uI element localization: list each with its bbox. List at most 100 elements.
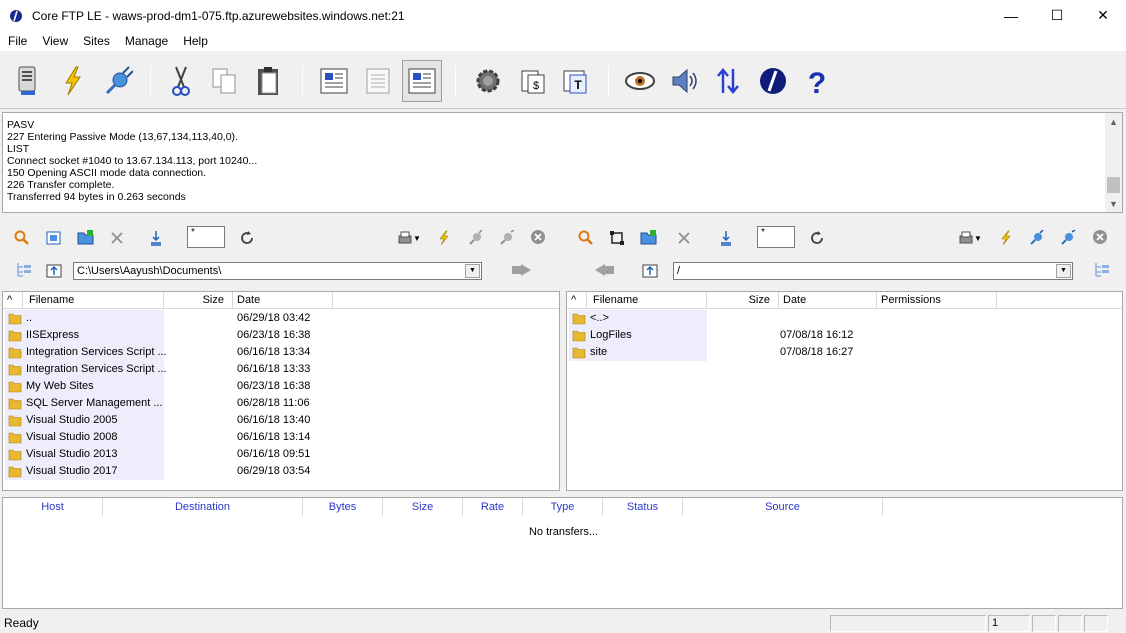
about-button[interactable]: [755, 61, 791, 101]
column-filename[interactable]: Filename: [23, 292, 164, 309]
local-up-folder-button[interactable]: [44, 260, 64, 280]
file-row[interactable]: IISExpress 06/23/18 16:38: [3, 327, 559, 344]
cut-button[interactable]: [163, 61, 199, 101]
column-status[interactable]: Status: [603, 498, 683, 516]
view-details-button[interactable]: [402, 60, 442, 102]
local-search-button[interactable]: [12, 228, 32, 248]
chevron-down-icon[interactable]: ▼: [1056, 264, 1071, 278]
column-size[interactable]: Size: [383, 498, 463, 516]
remote-filter-input[interactable]: *: [757, 226, 795, 248]
file-row[interactable]: My Web Sites 06/23/18 16:38: [3, 378, 559, 395]
local-disconnect-button[interactable]: [497, 228, 517, 248]
remote-quick-connect-button[interactable]: [996, 228, 1016, 248]
maximize-button[interactable]: ☐: [1034, 0, 1080, 31]
file-date: 06/23/18 16:38: [237, 329, 311, 341]
local-filter-input[interactable]: *: [187, 226, 225, 248]
remote-search-button[interactable]: [576, 228, 596, 248]
column-size[interactable]: Size: [164, 292, 233, 309]
menu-file[interactable]: File: [0, 31, 34, 51]
local-connect-button[interactable]: [466, 228, 486, 248]
remote-delete-button[interactable]: [674, 228, 694, 248]
column-host[interactable]: Host: [3, 498, 103, 516]
file-row[interactable]: LogFiles 07/08/18 16:12: [567, 327, 1122, 344]
close-button[interactable]: ✕: [1080, 0, 1126, 31]
column-filename[interactable]: Filename: [587, 292, 707, 309]
file-row[interactable]: Visual Studio 2008 06/16/18 13:14: [3, 429, 559, 446]
transfer-mode-button[interactable]: [710, 61, 746, 101]
scroll-up-icon[interactable]: ▲: [1105, 113, 1122, 130]
local-new-folder-button[interactable]: [76, 227, 96, 247]
minimize-button[interactable]: —: [988, 0, 1034, 31]
remote-tree-button[interactable]: [1092, 260, 1112, 280]
file-row[interactable]: Visual Studio 2005 06/16/18 13:40: [3, 412, 559, 429]
column-date[interactable]: Date: [233, 292, 333, 309]
local-file-list[interactable]: ^ Filename Size Date .. 06/29/18 03:42 IIS…: [2, 291, 560, 491]
transfer-queue[interactable]: Host Destination Bytes Size Rate Type St…: [2, 497, 1123, 609]
menu-help[interactable]: Help: [175, 31, 215, 51]
view-log-button[interactable]: [316, 61, 352, 101]
options-button[interactable]: [470, 61, 506, 101]
remote-view-mode-dropdown[interactable]: ▼: [956, 228, 984, 248]
local-refresh-view-button[interactable]: [44, 228, 64, 248]
remote-download-button[interactable]: [716, 228, 736, 248]
column-source[interactable]: Source: [683, 498, 883, 516]
local-upload-button[interactable]: [146, 228, 166, 248]
column-bytes[interactable]: Bytes: [303, 498, 383, 516]
file-row[interactable]: SQL Server Management ... 06/28/18 11:06: [3, 395, 559, 412]
copy-button[interactable]: [206, 61, 242, 101]
site-manager-button[interactable]: [10, 61, 46, 101]
local-tree-button[interactable]: [14, 260, 34, 280]
remote-refresh-button[interactable]: [807, 228, 827, 248]
file-row[interactable]: Integration Services Script ... 06/16/18 …: [3, 344, 559, 361]
connect-button[interactable]: [100, 61, 136, 101]
local-view-mode-dropdown[interactable]: ▼: [395, 228, 423, 248]
column-permissions[interactable]: Permissions: [877, 292, 997, 309]
file-row[interactable]: Visual Studio 2017 06/29/18 03:54: [3, 463, 559, 480]
remote-file-list[interactable]: ^ Filename Size Date Permissions <..> Log…: [566, 291, 1123, 491]
sort-indicator[interactable]: ^: [3, 292, 23, 309]
close-circle-icon: [531, 230, 545, 244]
column-rate[interactable]: Rate: [463, 498, 523, 516]
column-date[interactable]: Date: [779, 292, 877, 309]
remote-connect-button[interactable]: [1027, 228, 1047, 248]
remote-up-folder-button[interactable]: [640, 260, 660, 280]
local-refresh-button[interactable]: [237, 228, 257, 248]
file-row[interactable]: Integration Services Script ... 06/16/18 …: [3, 361, 559, 378]
chevron-down-icon[interactable]: ▼: [465, 264, 480, 278]
column-size[interactable]: Size: [707, 292, 779, 309]
terminal-button[interactable]: T: [557, 61, 593, 101]
remote-transfer-left-button[interactable]: [590, 260, 616, 280]
view-file-button[interactable]: [622, 61, 658, 101]
menu-view[interactable]: View: [34, 31, 75, 51]
local-delete-button[interactable]: [107, 228, 127, 248]
remote-close-pane-button[interactable]: [1090, 227, 1110, 247]
menu-manage[interactable]: Manage: [117, 31, 175, 51]
scheduler-button[interactable]: $: [515, 61, 551, 101]
file-row[interactable]: site 07/08/18 16:27: [567, 344, 1122, 361]
lightning-icon: [439, 230, 449, 246]
paste-button[interactable]: [251, 61, 287, 101]
scroll-down-icon[interactable]: ▼: [1105, 195, 1122, 212]
local-path-combo[interactable]: C:\Users\Aayush\Documents\ ▼: [73, 262, 482, 280]
remote-new-folder-button[interactable]: [639, 227, 659, 247]
file-row[interactable]: Visual Studio 2013 06/16/18 09:51: [3, 446, 559, 463]
file-row[interactable]: .. 06/29/18 03:42: [3, 310, 559, 327]
log-scrollbar[interactable]: ▲ ▼: [1105, 113, 1122, 212]
menu-sites[interactable]: Sites: [75, 31, 117, 51]
help-button[interactable]: ?: [799, 61, 835, 101]
quick-connect-button[interactable]: [55, 61, 91, 101]
remote-select-button[interactable]: [607, 228, 627, 248]
local-close-pane-button[interactable]: [528, 227, 548, 247]
sort-indicator[interactable]: ^: [567, 292, 587, 309]
file-row[interactable]: <..>: [567, 310, 1122, 327]
sound-button[interactable]: [666, 61, 702, 101]
remote-path-combo[interactable]: / ▼: [673, 262, 1073, 280]
local-transfer-right-button[interactable]: [510, 260, 536, 280]
scroll-thumb[interactable]: [1107, 177, 1120, 193]
connection-log[interactable]: PASV 227 Entering Passive Mode (13,67,13…: [2, 112, 1123, 213]
column-destination[interactable]: Destination: [103, 498, 303, 516]
remote-disconnect-button[interactable]: [1058, 228, 1078, 248]
view-text-button[interactable]: [360, 61, 396, 101]
column-type[interactable]: Type: [523, 498, 603, 516]
local-quick-connect-button[interactable]: [434, 228, 454, 248]
